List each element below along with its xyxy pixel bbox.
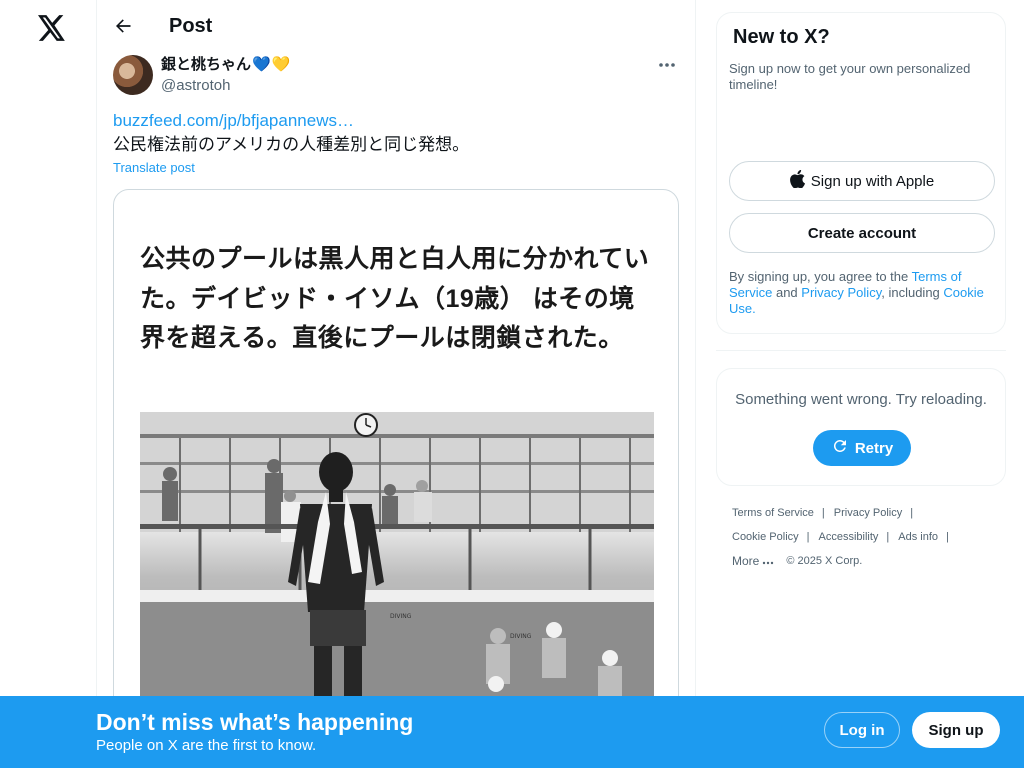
footer-separator: | — [806, 531, 810, 543]
banner-title: Don’t miss what’s happening — [96, 709, 414, 735]
main-column: Post 銀と桃ちゃん 💙 💛 @astrotoh buzzfeed.com/j… — [97, 0, 696, 768]
post-author: 銀と桃ちゃん 💙 💛 @astrotoh — [113, 55, 679, 97]
error-message: Something went wrong. Try reloading. — [735, 391, 987, 408]
footer-accessibility-link[interactable]: Accessibility — [819, 530, 879, 545]
post-link[interactable]: buzzfeed.com/jp/bfjapannews… — [113, 111, 354, 131]
avatar[interactable] — [113, 55, 153, 95]
banner-subtitle: People on X are the first to know. — [96, 737, 317, 754]
legal-and: and — [772, 285, 802, 300]
create-account-button[interactable]: Create account — [729, 213, 995, 253]
author-name[interactable]: 銀と桃ちゃん 💙 💛 — [161, 55, 290, 75]
svg-text:DIVING: DIVING — [390, 613, 412, 620]
error-card: Something went wrong. Try reloading. Ret… — [716, 368, 1006, 486]
media-caption: 公共のプールは黒人用と白人用に分かれていた。デイビッド・イソム（19歳） はその… — [140, 245, 650, 352]
legal-including: , including — [881, 285, 944, 300]
footer-links: Terms of Service | Privacy Policy | Cook… — [732, 506, 1002, 578]
left-rail — [0, 0, 97, 768]
ellipsis-icon — [762, 554, 774, 569]
sign-up-with-apple-button[interactable]: Sign up with Apple — [729, 161, 995, 201]
yellow-heart-emoji: 💛 — [271, 56, 291, 73]
log-in-button[interactable]: Log in — [824, 712, 900, 748]
footer-separator: | — [910, 507, 914, 519]
apple-button-label: Sign up with Apple — [810, 172, 935, 190]
svg-text:DIVING: DIVING — [510, 633, 532, 640]
more-options-icon[interactable] — [655, 55, 679, 75]
translate-post-link[interactable]: Translate post — [113, 160, 195, 176]
sidebar-divider — [716, 350, 1006, 351]
sign-up-button[interactable]: Sign up — [912, 712, 1000, 748]
footer-more-link[interactable]: More — [732, 554, 774, 569]
author-name-text: 銀と桃ちゃん — [161, 56, 252, 73]
author-handle[interactable]: @astrotoh — [161, 76, 230, 96]
footer-privacy-link[interactable]: Privacy Policy — [834, 506, 902, 521]
signup-card: New to X? Sign up now to get your own pe… — [716, 12, 1006, 334]
blue-heart-emoji: 💙 — [252, 56, 271, 73]
post-header: Post — [97, 0, 695, 53]
retry-button[interactable]: Retry — [813, 430, 911, 466]
footer-separator: | — [886, 531, 890, 543]
signup-subtitle: Sign up now to get your own personalized… — [729, 61, 971, 92]
legal-prefix: By signing up, you agree to the — [729, 269, 912, 284]
footer-ads-info-link[interactable]: Ads info — [898, 530, 938, 545]
refresh-icon — [831, 437, 849, 459]
retry-label: Retry — [854, 439, 894, 457]
footer-separator: | — [821, 507, 825, 519]
signup-title: New to X? — [733, 26, 830, 48]
media-photo: DIVING DIVING — [140, 412, 654, 712]
privacy-policy-link[interactable]: Privacy Policy — [801, 285, 881, 300]
x-logo-icon[interactable] — [36, 13, 68, 43]
apple-icon — [789, 169, 805, 192]
copyright: © 2025 X Corp. — [786, 555, 863, 567]
footer-terms-link[interactable]: Terms of Service — [732, 506, 814, 521]
footer-separator: | — [946, 531, 949, 543]
footer-more-label: More — [732, 554, 760, 568]
post-media[interactable]: 公共のプールは黒人用と白人用に分かれていた。デイビッド・イソム（19歳） はその… — [113, 189, 679, 768]
arrow-left-icon[interactable] — [111, 14, 135, 38]
footer-cookie-link[interactable]: Cookie Policy — [732, 530, 799, 545]
page-title: Post — [169, 15, 213, 37]
bottom-signup-banner: Don’t miss what’s happening People on X … — [0, 696, 1024, 768]
post-text: 公民権法前のアメリカの人種差別と同じ発想。 — [113, 135, 470, 154]
signup-legal-text: By signing up, you agree to the Terms of… — [729, 269, 997, 317]
